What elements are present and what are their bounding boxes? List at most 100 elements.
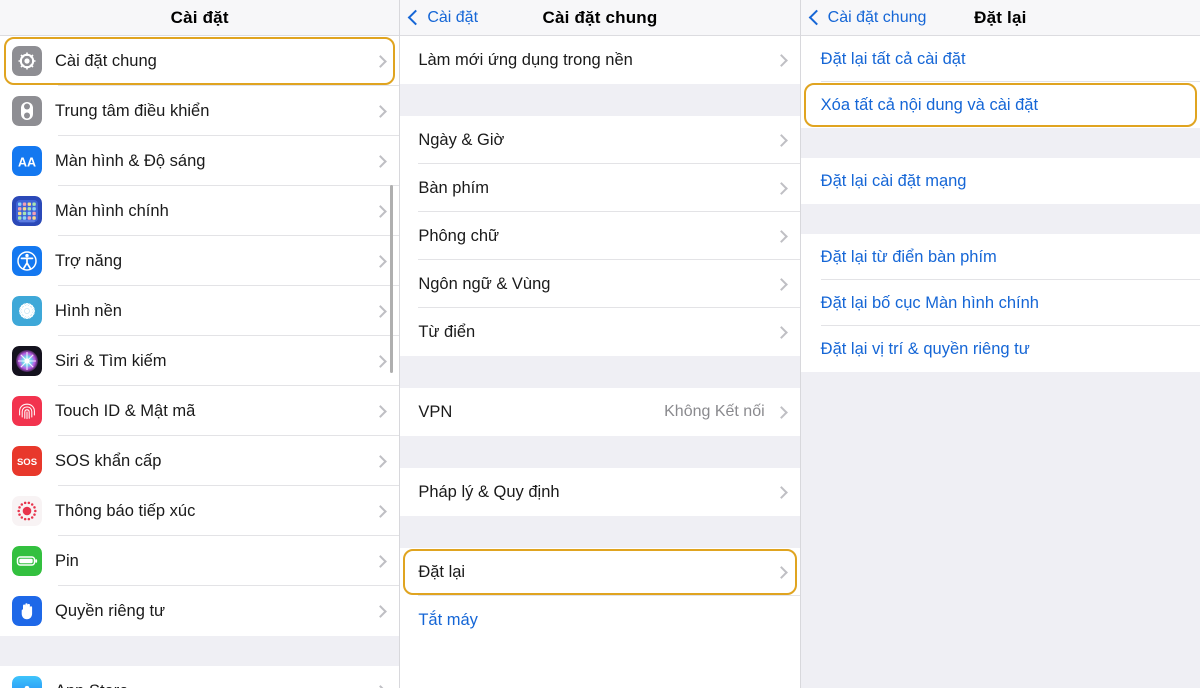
list-item[interactable]: Từ điển bbox=[400, 308, 800, 356]
list-item[interactable]: Đặt lại bbox=[400, 548, 800, 596]
left-list-body: Cài đặt chung Trung tâm điều khiển AA Màn… bbox=[0, 36, 400, 688]
mid-back-button[interactable]: Cài đặt bbox=[400, 9, 478, 27]
list-item[interactable]: AA Màn hình & Độ sáng bbox=[0, 136, 400, 186]
list-item-label: Màn hình chính bbox=[55, 201, 169, 220]
left-scrollbar[interactable] bbox=[390, 185, 394, 373]
privacy-hand-icon bbox=[12, 596, 42, 626]
list-item[interactable]: Đặt lại bố cục Màn hình chính bbox=[800, 280, 1200, 326]
chevron-left-icon bbox=[408, 9, 424, 26]
list-item-label: Đặt lại từ điển bàn phím bbox=[820, 247, 997, 266]
siri-icon bbox=[12, 346, 42, 376]
list-item[interactable]: Trung tâm điều khiển bbox=[0, 86, 400, 136]
list-item[interactable]: Xóa tất cả nội dung và cài đặt bbox=[800, 82, 1200, 128]
chevron-right-icon bbox=[374, 204, 388, 218]
list-item-label: Bàn phím bbox=[418, 178, 489, 197]
list-item-label: Quyền riêng tư bbox=[55, 601, 166, 620]
list-item[interactable]: Phông chữ bbox=[400, 212, 800, 260]
list-item[interactable]: Cài đặt chung bbox=[0, 36, 400, 86]
group-gap bbox=[800, 128, 1200, 158]
list-group: Đặt lại từ điển bàn phím Đặt lại bố cục M… bbox=[800, 234, 1200, 372]
chevron-right-icon bbox=[374, 604, 388, 618]
list-group: Đặt lại tất cả cài đặt Xóa tất cả nội dun… bbox=[800, 36, 1200, 128]
list-item-label: Xóa tất cả nội dung và cài đặt bbox=[820, 95, 1039, 114]
list-group: Đặt lại Tắt máy bbox=[400, 548, 800, 644]
control-center-icon bbox=[12, 96, 42, 126]
list-item[interactable]: Làm mới ứng dụng trong nền bbox=[400, 36, 800, 84]
list-item-label: Phông chữ bbox=[418, 226, 500, 245]
general-settings-pane: Cài đặt Cài đặt chung Làm mới ứng dụng t… bbox=[400, 0, 800, 688]
svg-text:SOS: SOS bbox=[17, 457, 37, 468]
right-navbar: Cài đặt chung Đặt lại bbox=[800, 0, 1200, 36]
list-item[interactable]: Trợ năng bbox=[0, 236, 400, 286]
chevron-right-icon bbox=[374, 554, 388, 568]
list-item[interactable]: Touch ID & Mật mã bbox=[0, 386, 400, 436]
mid-navbar: Cài đặt Cài đặt chung bbox=[400, 0, 800, 36]
chevron-right-icon bbox=[374, 154, 388, 168]
chevron-right-icon bbox=[774, 181, 788, 195]
accessibility-icon bbox=[12, 246, 42, 276]
list-item-label: Làm mới ứng dụng trong nền bbox=[418, 50, 633, 69]
list-item[interactable]: Hình nền bbox=[0, 286, 400, 336]
list-item[interactable]: Đặt lại cài đặt mạng bbox=[800, 158, 1200, 204]
list-item-label: Pin bbox=[55, 551, 79, 570]
exposure-notification-icon bbox=[12, 496, 42, 526]
list-item-label: Ngôn ngữ & Vùng bbox=[418, 274, 551, 293]
list-item[interactable]: Đặt lại vị trí & quyền riêng tư bbox=[800, 326, 1200, 372]
list-item[interactable]: Đặt lại từ điển bàn phím bbox=[800, 234, 1200, 280]
list-item[interactable]: Màn hình chính bbox=[0, 186, 400, 236]
settings-root-pane: Cài đặt Cài đặt chung Trung tâm điều khi… bbox=[0, 0, 400, 688]
list-item-label: Hình nền bbox=[55, 301, 122, 320]
list-item[interactable]: Pháp lý & Quy định bbox=[400, 468, 800, 516]
mid-list-body: Làm mới ứng dụng trong nền Ngày & Giờ Bàn … bbox=[400, 36, 800, 644]
group-gap bbox=[800, 204, 1200, 234]
list-item-label: VPN bbox=[418, 402, 453, 421]
list-item[interactable]: Quyền riêng tư bbox=[0, 586, 400, 636]
list-item[interactable]: Pin bbox=[0, 536, 400, 586]
chevron-right-icon bbox=[374, 54, 388, 68]
home-screen-icon bbox=[12, 196, 42, 226]
list-item-label: App Store bbox=[55, 682, 372, 688]
list-item[interactable]: SOS SOS khẩn cấp bbox=[0, 436, 400, 486]
chevron-right-icon bbox=[374, 104, 388, 118]
group-gap bbox=[400, 516, 800, 548]
mid-back-label: Cài đặt bbox=[427, 9, 479, 26]
list-item[interactable]: VPN Không Kết nối bbox=[400, 388, 800, 436]
list-item-label: SOS khẩn cấp bbox=[55, 451, 162, 470]
chevron-right-icon bbox=[774, 325, 788, 339]
right-back-button[interactable]: Cài đặt chung bbox=[801, 9, 926, 27]
list-item[interactable]: Siri & Tìm kiếm bbox=[0, 336, 400, 386]
list-item-label: Thông báo tiếp xúc bbox=[55, 501, 196, 520]
list-item-label: Đặt lại bố cục Màn hình chính bbox=[820, 293, 1039, 312]
list-item[interactable]: Bàn phím bbox=[400, 164, 800, 212]
list-item-label: Trung tâm điều khiển bbox=[55, 101, 210, 120]
chevron-right-icon bbox=[774, 277, 788, 291]
list-item[interactable]: Tắt máy bbox=[400, 596, 800, 644]
group-gap bbox=[400, 356, 800, 388]
list-item-label: Touch ID & Mật mã bbox=[55, 401, 196, 420]
chevron-right-icon bbox=[374, 254, 388, 268]
group-gap bbox=[400, 436, 800, 468]
chevron-right-icon bbox=[774, 53, 788, 67]
list-item[interactable]: Thông báo tiếp xúc bbox=[0, 486, 400, 536]
list-group: App Store bbox=[0, 666, 400, 688]
chevron-right-icon bbox=[374, 454, 388, 468]
group-gap bbox=[0, 636, 400, 666]
list-item-label: Đặt lại tất cả cài đặt bbox=[820, 49, 966, 68]
list-item[interactable]: App Store bbox=[0, 666, 400, 688]
list-item-label: Ngày & Giờ bbox=[418, 130, 505, 149]
app-store-icon bbox=[12, 676, 42, 688]
left-navbar: Cài đặt bbox=[0, 0, 400, 36]
chevron-right-icon bbox=[374, 404, 388, 418]
wallpaper-icon bbox=[12, 296, 42, 326]
list-item[interactable]: Ngày & Giờ bbox=[400, 116, 800, 164]
list-item-label: Đặt lại cài đặt mạng bbox=[820, 171, 967, 190]
list-group: Làm mới ứng dụng trong nền bbox=[400, 36, 800, 84]
list-item-label: Màn hình & Độ sáng bbox=[55, 151, 206, 170]
svg-text:AA: AA bbox=[18, 156, 36, 170]
list-item-label: Siri & Tìm kiếm bbox=[55, 351, 167, 370]
list-item[interactable]: Đặt lại tất cả cài đặt bbox=[800, 36, 1200, 82]
list-item[interactable]: Ngôn ngữ & Vùng bbox=[400, 260, 800, 308]
chevron-right-icon bbox=[374, 684, 388, 688]
battery-icon bbox=[12, 546, 42, 576]
list-item-label: Đặt lại vị trí & quyền riêng tư bbox=[820, 339, 1030, 358]
